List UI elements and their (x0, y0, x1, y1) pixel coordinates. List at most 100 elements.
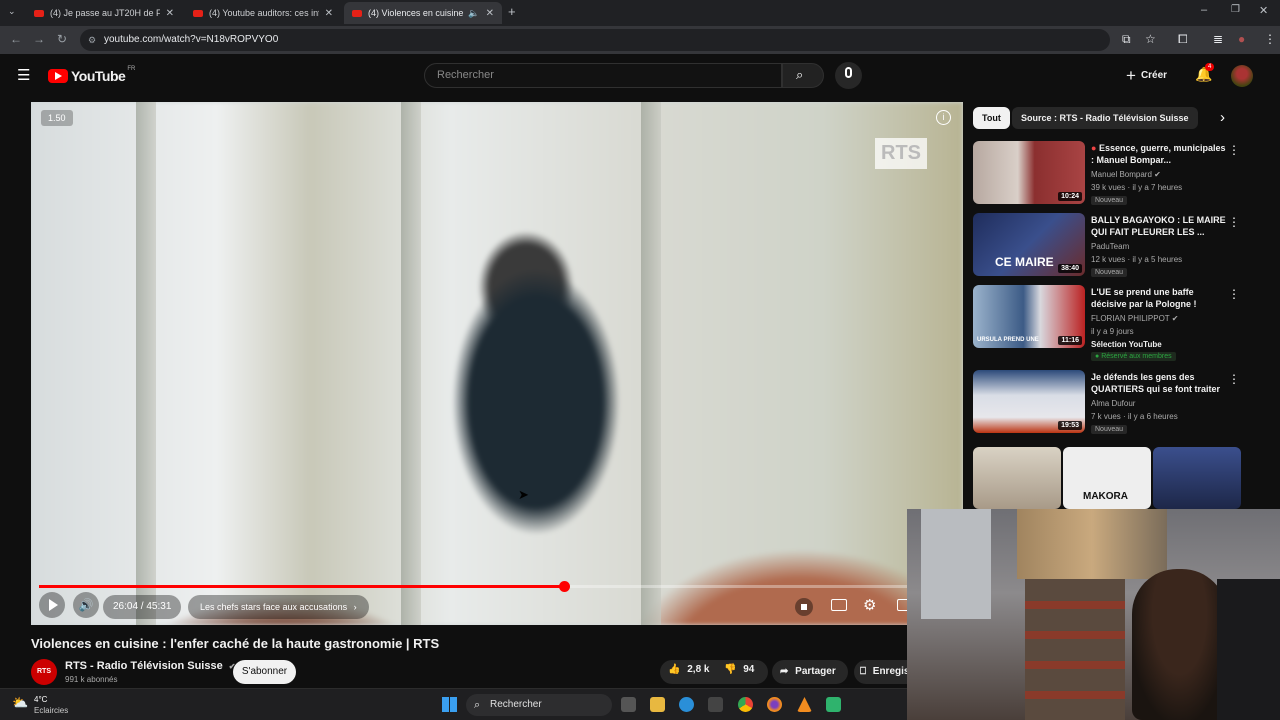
vlc-icon[interactable] (797, 697, 812, 712)
profile-icon[interactable]: ● (1238, 32, 1245, 46)
recommendation-meta: il y a 9 jours (1091, 327, 1134, 336)
youtube-logo-text: YouTube (71, 68, 126, 84)
url-text: youtube.com/watch?v=N18vROPVYO0 (104, 34, 279, 45)
search-button[interactable]: ⌕ (782, 63, 824, 88)
recommendation-title[interactable]: L'UE se prend une baffe décisive par la … (1091, 286, 1229, 310)
recommendation-channel[interactable]: Manuel Bompard ✔ (1091, 170, 1161, 179)
chapter-button[interactable]: Les chefs stars face aux accusations › (188, 595, 369, 619)
video-thumbnail[interactable]: CE MAIRE 38:40 (973, 213, 1085, 276)
edge-icon[interactable] (679, 697, 694, 712)
progress-scrubber-handle[interactable] (558, 581, 570, 592)
install-app-icon[interactable]: ⧉ (1122, 32, 1131, 47)
plus-icon: + (1126, 65, 1136, 85)
chrome-icon[interactable] (738, 697, 753, 712)
bookmark-star-icon[interactable]: ☆ (1145, 32, 1156, 46)
thumbnail-caption: URSULA PREND UNE (977, 337, 1039, 343)
video-thumbnail[interactable]: URSULA PREND UNE 11:16 (973, 285, 1085, 348)
play-button[interactable] (39, 592, 65, 618)
channel-avatar[interactable]: RTS (31, 659, 57, 685)
more-options-icon[interactable]: ⋮ (1228, 372, 1240, 386)
browser-tab[interactable]: (4) Je passe au JT20H de France ✕ (26, 2, 182, 24)
thumbs-up-icon: 👍 (668, 664, 681, 675)
short-thumbnail[interactable]: MAKORA (1063, 447, 1151, 509)
recommendation-channel[interactable]: Alma Dufour (1091, 399, 1135, 408)
short-thumbnail[interactable] (973, 447, 1061, 509)
chip-source-rts[interactable]: Source : RTS - Radio Télévision Suisse (1012, 107, 1198, 129)
browser-menu-icon[interactable]: ⋮ (1264, 32, 1276, 46)
more-options-icon[interactable]: ⋮ (1228, 143, 1240, 157)
start-windows-icon[interactable] (442, 697, 457, 712)
menu-icon[interactable]: ☰ (17, 66, 30, 84)
voice-search-button[interactable] (835, 62, 862, 89)
maximize-window-icon[interactable]: ❐ (1231, 4, 1240, 15)
new-tab-icon[interactable]: + (508, 4, 516, 19)
info-icon[interactable]: i (936, 110, 951, 125)
notifications-button[interactable]: 🔔 4 (1195, 63, 1215, 84)
store-icon[interactable] (708, 697, 723, 712)
recommendation-item[interactable]: 19:53 Je défends les gens des QUARTIERS … (973, 370, 1248, 436)
file-explorer-icon[interactable] (650, 697, 665, 712)
close-window-icon[interactable]: ✕ (1259, 4, 1268, 17)
close-tab-icon[interactable]: ✕ (486, 8, 494, 19)
autoplay-toggle[interactable] (795, 598, 813, 616)
video-player[interactable]: 1.50 i RTS ➤ 🔊 26:04 / 45:31 Les chefs s… (31, 102, 963, 625)
create-button[interactable]: + Créer (1126, 63, 1167, 88)
task-view-icon[interactable] (621, 697, 636, 712)
recommendation-item[interactable]: URSULA PREND UNE 11:16 L'UE se prend une… (973, 285, 1248, 361)
account-avatar[interactable] (1231, 65, 1253, 87)
new-badge: Nouveau (1091, 425, 1128, 434)
minimize-window-icon[interactable]: – (1201, 4, 1207, 16)
progress-bar[interactable] (39, 581, 955, 592)
browser-tab-active[interactable]: (4) Violences en cuisine : l'e 🔈 ✕ (344, 2, 502, 24)
webcam-poster (1017, 509, 1167, 579)
youtube-favicon-icon (34, 9, 44, 17)
chips-next-chevron-icon[interactable]: › (1220, 109, 1225, 126)
settings-gear-icon[interactable]: ⚙ (863, 596, 876, 614)
more-options-icon[interactable]: ⋮ (1228, 215, 1240, 229)
browser-address-bar: ← → ↻ ⚙ youtube.com/watch?v=N18vROPVYO0 … (0, 26, 1280, 54)
recommendation-title[interactable]: ● Essence, guerre, municipales : Manuel … (1091, 142, 1229, 166)
forward-icon[interactable]: → (33, 32, 45, 46)
share-button[interactable]: ➦ Partager (772, 660, 848, 684)
media-controls-icon[interactable]: ≣ (1213, 32, 1223, 46)
youtube-logo[interactable]: YouTube FR (48, 66, 135, 84)
like-button[interactable]: 👍 2,8 k (668, 664, 709, 675)
site-info-icon[interactable]: ⚙ (88, 29, 96, 51)
firefox-icon[interactable] (767, 697, 782, 712)
channel-name[interactable]: RTS - Radio Télévision Suisse ✔ (65, 660, 235, 672)
back-icon[interactable]: ← (10, 32, 22, 46)
recommendation-channel[interactable]: PaduTeam (1091, 242, 1129, 251)
recommendation-item[interactable]: 10:24 ● Essence, guerre, municipales : M… (973, 141, 1248, 207)
save-button[interactable]: ⎕ Enregis (854, 660, 907, 684)
subscribe-button[interactable]: S'abonner (233, 660, 296, 684)
chip-all[interactable]: Tout (973, 107, 1010, 129)
weather-icon[interactable]: ⛅ (12, 695, 28, 711)
temperature[interactable]: 4°C (34, 695, 47, 704)
short-thumbnail[interactable] (1153, 447, 1241, 509)
subtitles-icon[interactable] (831, 599, 847, 611)
taskbar-search[interactable]: ⌕ Rechercher (466, 694, 612, 716)
audio-playing-icon[interactable]: 🔈 (468, 8, 479, 19)
recommendation-title[interactable]: BALLY BAGAYOKO : LE MAIRE QUI FAIT PLEUR… (1091, 214, 1229, 238)
close-tab-icon[interactable]: ✕ (325, 8, 333, 19)
weather-text[interactable]: Eclaircies (34, 706, 68, 715)
share-label: Partager (795, 666, 836, 677)
search-input[interactable]: Rechercher (424, 63, 782, 88)
reload-icon[interactable]: ↻ (57, 32, 67, 46)
app-icon[interactable] (826, 697, 841, 712)
more-options-icon[interactable]: ⋮ (1228, 287, 1240, 301)
microphone-icon (845, 67, 852, 78)
video-frame[interactable] (31, 102, 963, 625)
tab-list-chevron-icon[interactable]: ⌄ (8, 6, 16, 17)
dislike-button[interactable]: 👎 94 (724, 664, 754, 675)
close-tab-icon[interactable]: ✕ (166, 8, 174, 19)
browser-tab[interactable]: (4) Youtube auditors: ces influe ✕ (185, 2, 341, 24)
extensions-icon[interactable]: ⧠ (1178, 32, 1188, 47)
recommendation-item[interactable]: CE MAIRE 38:40 BALLY BAGAYOKO : LE MAIRE… (973, 213, 1248, 279)
video-thumbnail[interactable]: 19:53 (973, 370, 1085, 433)
video-thumbnail[interactable]: 10:24 (973, 141, 1085, 204)
recommendation-channel[interactable]: FLORIAN PHILIPPOT ✔ (1091, 314, 1178, 323)
url-field[interactable]: ⚙ youtube.com/watch?v=N18vROPVYO0 (80, 29, 1110, 51)
volume-button[interactable]: 🔊 (73, 592, 99, 618)
recommendation-title[interactable]: Je défends les gens des QUARTIERS qui se… (1091, 371, 1229, 397)
